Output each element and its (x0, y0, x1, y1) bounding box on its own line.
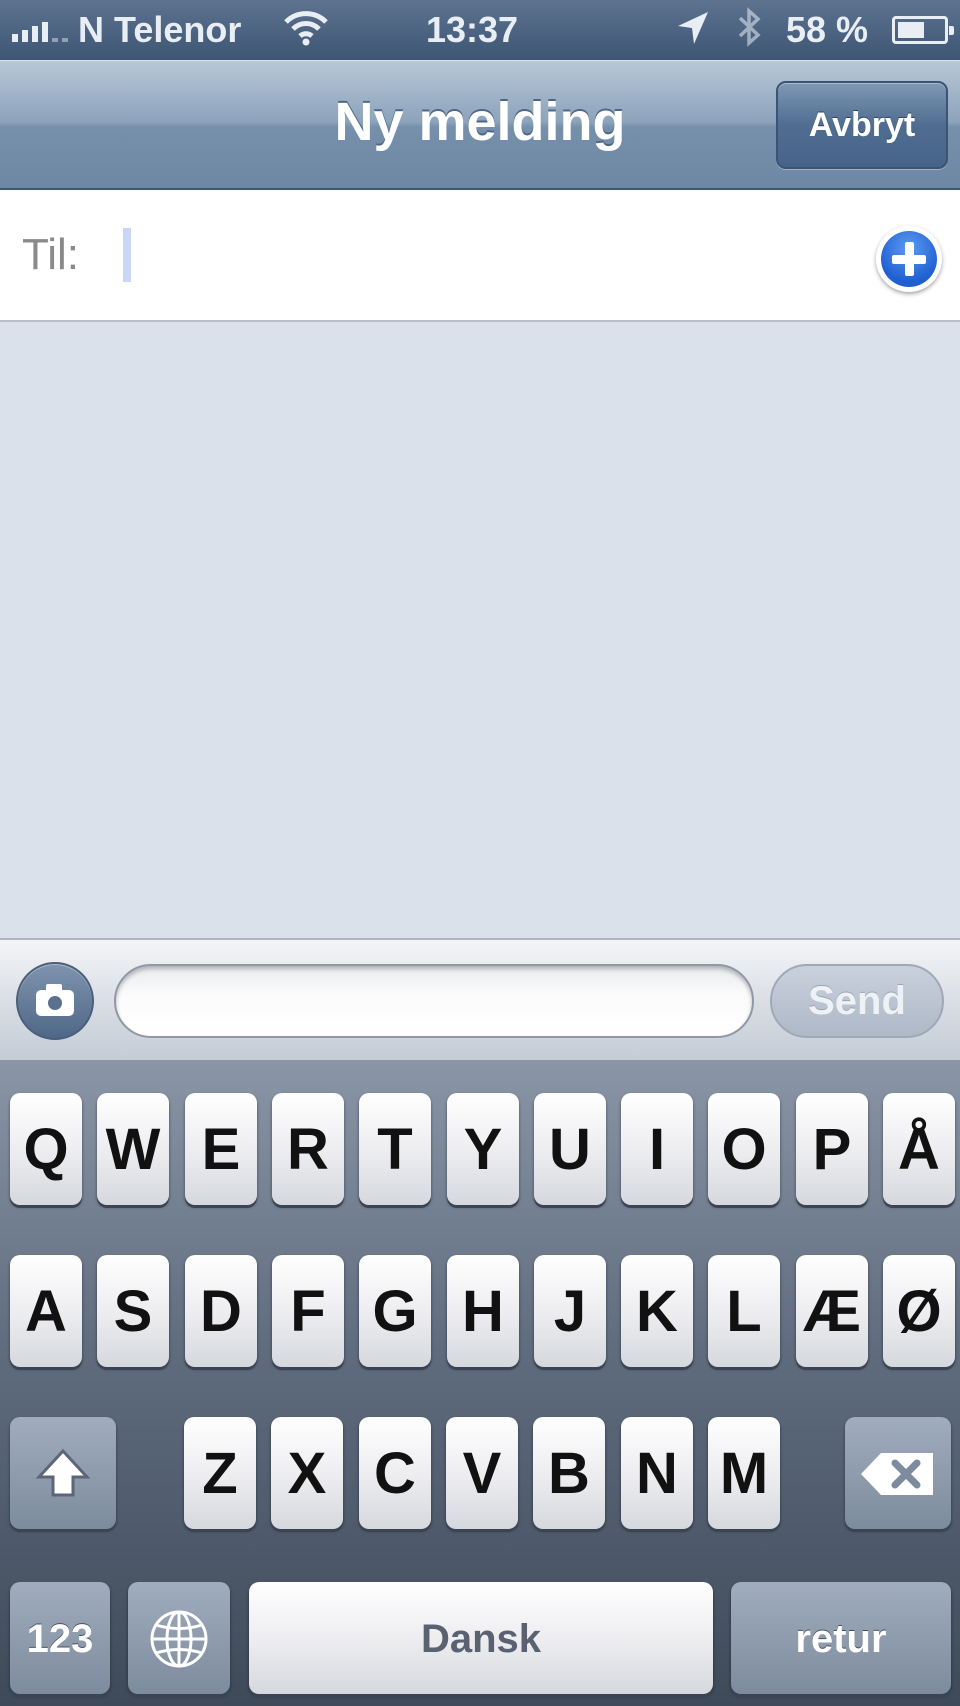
backspace-icon (861, 1453, 933, 1495)
compose-bar: Send (0, 938, 960, 1060)
key-j[interactable]: J (534, 1255, 606, 1367)
carrier-name: N Telenor (78, 9, 242, 50)
key-o[interactable]: O (708, 1093, 780, 1205)
key-a[interactable]: A (10, 1255, 82, 1367)
key-f[interactable]: F (272, 1255, 344, 1367)
plus-icon (881, 231, 937, 287)
key-x[interactable]: X (271, 1417, 343, 1529)
key-ø[interactable]: Ø (883, 1255, 955, 1367)
globe-key[interactable] (128, 1582, 230, 1694)
key-r[interactable]: R (272, 1093, 344, 1205)
key-å[interactable]: Å (883, 1093, 955, 1205)
message-input[interactable] (114, 964, 754, 1038)
numbers-key[interactable]: 123 (10, 1582, 110, 1694)
key-y[interactable]: Y (447, 1093, 519, 1205)
key-d[interactable]: D (185, 1255, 257, 1367)
key-k[interactable]: K (621, 1255, 693, 1367)
shift-icon (35, 1448, 91, 1497)
key-v[interactable]: V (446, 1417, 518, 1529)
navigation-bar: Ny melding Avbryt (0, 60, 960, 190)
key-n[interactable]: N (621, 1417, 693, 1529)
cancel-button[interactable]: Avbryt (776, 81, 948, 169)
globe-icon (150, 1610, 208, 1668)
key-p[interactable]: P (796, 1093, 868, 1205)
signal-icon (12, 22, 68, 42)
keyboard: QWERTYUIOPÅ ASDFGHJKLÆØ ZXCVBNM 123 Dans… (0, 1060, 960, 1706)
wifi-icon (284, 10, 328, 56)
clock: 13:37 (426, 9, 519, 50)
key-q[interactable]: Q (10, 1093, 82, 1205)
key-z[interactable]: Z (184, 1417, 256, 1529)
key-e[interactable]: E (185, 1093, 257, 1205)
status-bar: N Telenor 13:37 58 % (0, 0, 960, 60)
location-icon (676, 10, 710, 56)
camera-button[interactable] (16, 962, 94, 1040)
backspace-key[interactable] (845, 1417, 951, 1529)
recipient-input[interactable] (118, 226, 862, 284)
space-key[interactable]: Dansk (249, 1582, 713, 1694)
key-t[interactable]: T (359, 1093, 431, 1205)
key-l[interactable]: L (708, 1255, 780, 1367)
key-m[interactable]: M (708, 1417, 780, 1529)
key-s[interactable]: S (97, 1255, 169, 1367)
battery-percentage: 58 % (786, 9, 869, 50)
recipient-label: Til: (22, 230, 80, 279)
key-w[interactable]: W (97, 1093, 169, 1205)
add-contact-button[interactable] (876, 226, 942, 292)
send-button[interactable]: Send (770, 964, 944, 1038)
recipient-row: Til: (0, 190, 960, 322)
key-b[interactable]: B (533, 1417, 605, 1529)
battery-icon (892, 16, 954, 44)
key-u[interactable]: U (534, 1093, 606, 1205)
conversation-area (0, 322, 960, 938)
text-cursor (123, 228, 131, 282)
key-c[interactable]: C (359, 1417, 431, 1529)
bluetooth-icon (736, 6, 764, 58)
key-i[interactable]: I (621, 1093, 693, 1205)
shift-key[interactable] (10, 1417, 116, 1529)
key-g[interactable]: G (359, 1255, 431, 1367)
key-æ[interactable]: Æ (796, 1255, 868, 1367)
return-key[interactable]: retur (731, 1582, 951, 1694)
key-h[interactable]: H (447, 1255, 519, 1367)
